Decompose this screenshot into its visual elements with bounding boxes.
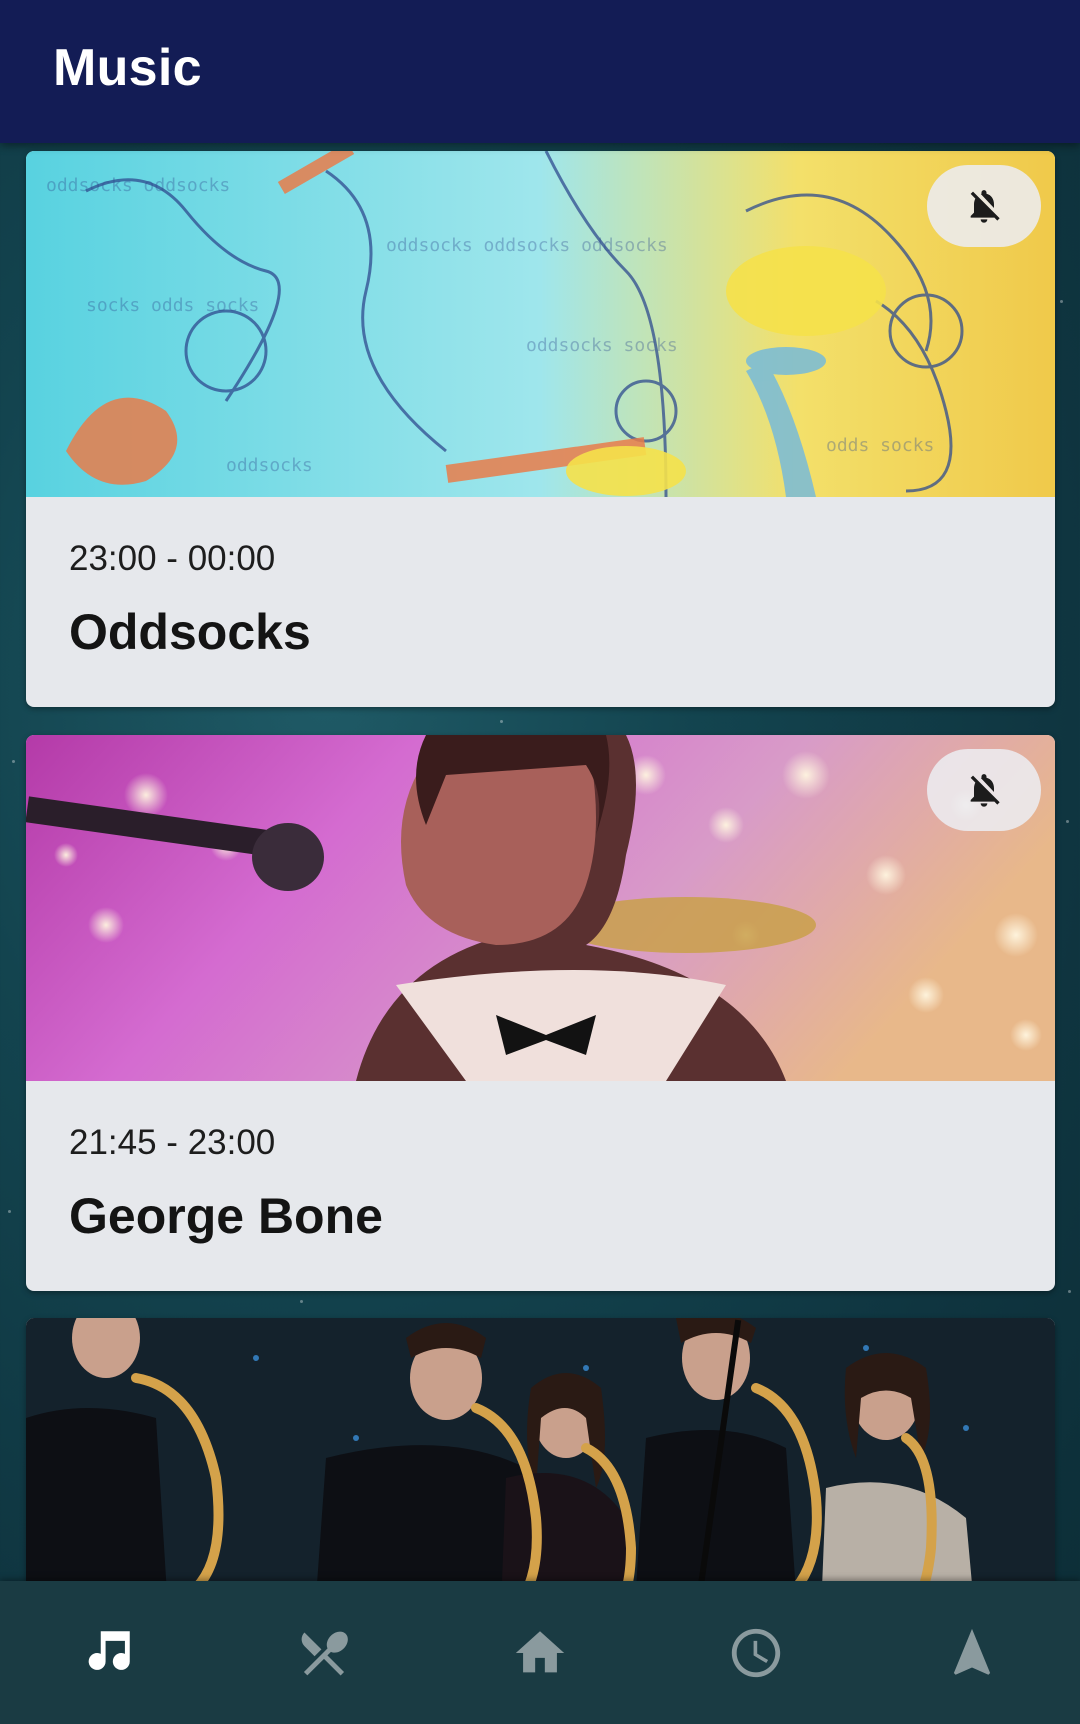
svg-text:oddsocks: oddsocks [226,455,313,476]
event-time: 21:45 - 23:00 [69,1123,276,1162]
notification-toggle-button[interactable] [927,165,1041,247]
svg-text:odds socks: odds socks [826,435,934,456]
bell-off-icon [970,774,1000,807]
svg-text:oddsocks oddsocks: oddsocks oddsocks [46,175,230,196]
event-title: Oddsocks [69,604,311,660]
event-time: 23:00 - 00:00 [69,539,276,578]
music-note-icon [88,1630,130,1670]
svg-text:oddsocks oddsocks oddsocks: oddsocks oddsocks oddsocks [386,235,668,256]
svg-text:socks odds socks: socks odds socks [86,295,259,316]
event-card[interactable]: 21:45 - 23:00 George Bone [26,735,1055,1291]
navigation-arrow-icon [953,1628,991,1675]
fork-knife-icon [301,1631,348,1675]
nav-item-music[interactable] [0,1581,216,1724]
svg-text:oddsocks socks: oddsocks socks [526,335,678,356]
nav-item-schedule[interactable] [648,1581,864,1724]
nav-item-home[interactable] [432,1581,648,1724]
page-title: Music [53,39,202,97]
band-illustration-image: oddsocks oddsocks oddsocks oddsocks odds… [26,151,1055,497]
event-title: George Bone [69,1188,383,1244]
nav-item-food[interactable] [216,1581,432,1724]
home-icon [515,1630,565,1672]
event-card[interactable]: oddsocks oddsocks oddsocks oddsocks odds… [26,151,1055,707]
bell-off-icon [970,190,1000,223]
clock-icon [731,1628,781,1677]
singer-photo-image [26,735,1055,1081]
bottom-navigation [0,1581,1080,1724]
nav-item-navigation[interactable] [864,1581,1080,1724]
notification-toggle-button[interactable] [927,749,1041,831]
app-bar: Music [0,0,1080,143]
